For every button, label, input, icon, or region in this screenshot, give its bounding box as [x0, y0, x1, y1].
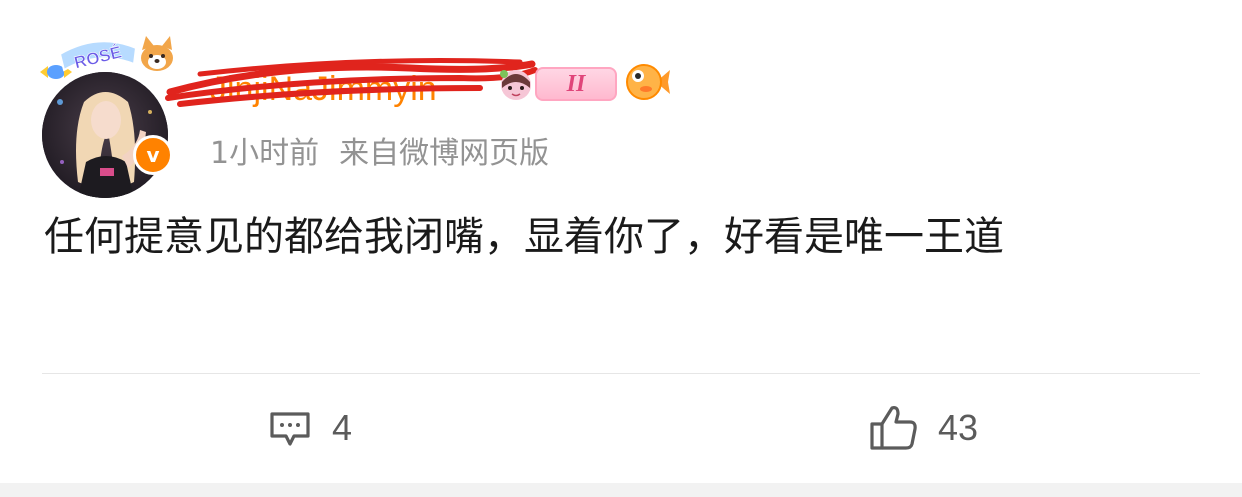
thumbs-up-icon	[870, 406, 917, 450]
fish-badge-icon[interactable]	[626, 62, 670, 102]
like-count: 43	[938, 407, 979, 448]
comment-icon	[270, 412, 310, 446]
avatar-frame-decoration: ROSÉ	[40, 36, 173, 79]
like-button[interactable]: 43	[868, 400, 978, 456]
comment-count: 4	[332, 407, 353, 448]
verified-v-icon: v	[133, 135, 173, 175]
post-source[interactable]: 来自微博网页版	[339, 136, 549, 171]
post-time: 1小时前	[210, 136, 320, 171]
comment-button[interactable]: 4	[266, 400, 352, 456]
post-content: 任何提意见的都给我闭嘴，显着你了，好看是唯一王道	[44, 214, 1004, 260]
comment-card: ROSÉ v JinjiNaJimmyin II 1小时前 来自微博网页版 任何…	[0, 0, 1242, 483]
level-badge[interactable]: II	[535, 67, 617, 101]
divider	[42, 373, 1200, 374]
post-meta: 1小时前 来自微博网页版	[210, 128, 549, 172]
bottom-separator	[0, 483, 1242, 497]
username[interactable]: JinjiNaJimmyin	[210, 70, 437, 109]
avatar-container[interactable]: ROSÉ v	[38, 30, 178, 198]
